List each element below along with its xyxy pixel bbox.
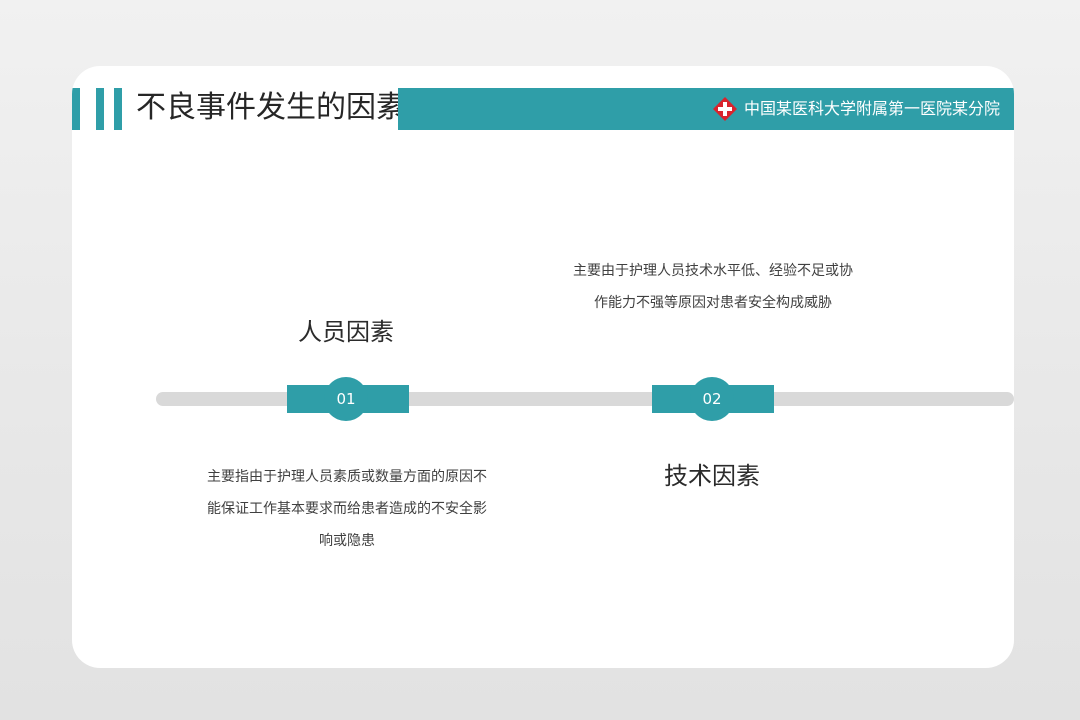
title-decoration-bar	[72, 88, 80, 130]
slide-card: 不良事件发生的因素 中国某医科大学附属第一医院某分院 人员因素 01 主要指由于…	[72, 66, 1014, 668]
factor-title: 技术因素	[664, 462, 760, 490]
timeline-node: 02	[690, 377, 734, 421]
timeline-node: 01	[324, 377, 368, 421]
title-decoration-bar	[96, 88, 104, 130]
header-band: 中国某医科大学附属第一医院某分院	[398, 88, 1014, 130]
factor-title: 人员因素	[298, 318, 394, 346]
red-cross-icon	[713, 97, 737, 121]
title-decoration-bar	[114, 88, 122, 130]
page-title: 不良事件发生的因素	[136, 90, 406, 125]
factor-description: 主要由于护理人员技术水平低、经验不足或协作能力不强等原因对患者安全构成威胁	[573, 263, 853, 311]
organization-name: 中国某医科大学附属第一医院某分院	[744, 99, 1001, 118]
factor-description: 主要指由于护理人员素质或数量方面的原因不能保证工作基本要求而给患者造成的不安全影…	[207, 469, 487, 549]
timeline-track	[156, 392, 1014, 406]
